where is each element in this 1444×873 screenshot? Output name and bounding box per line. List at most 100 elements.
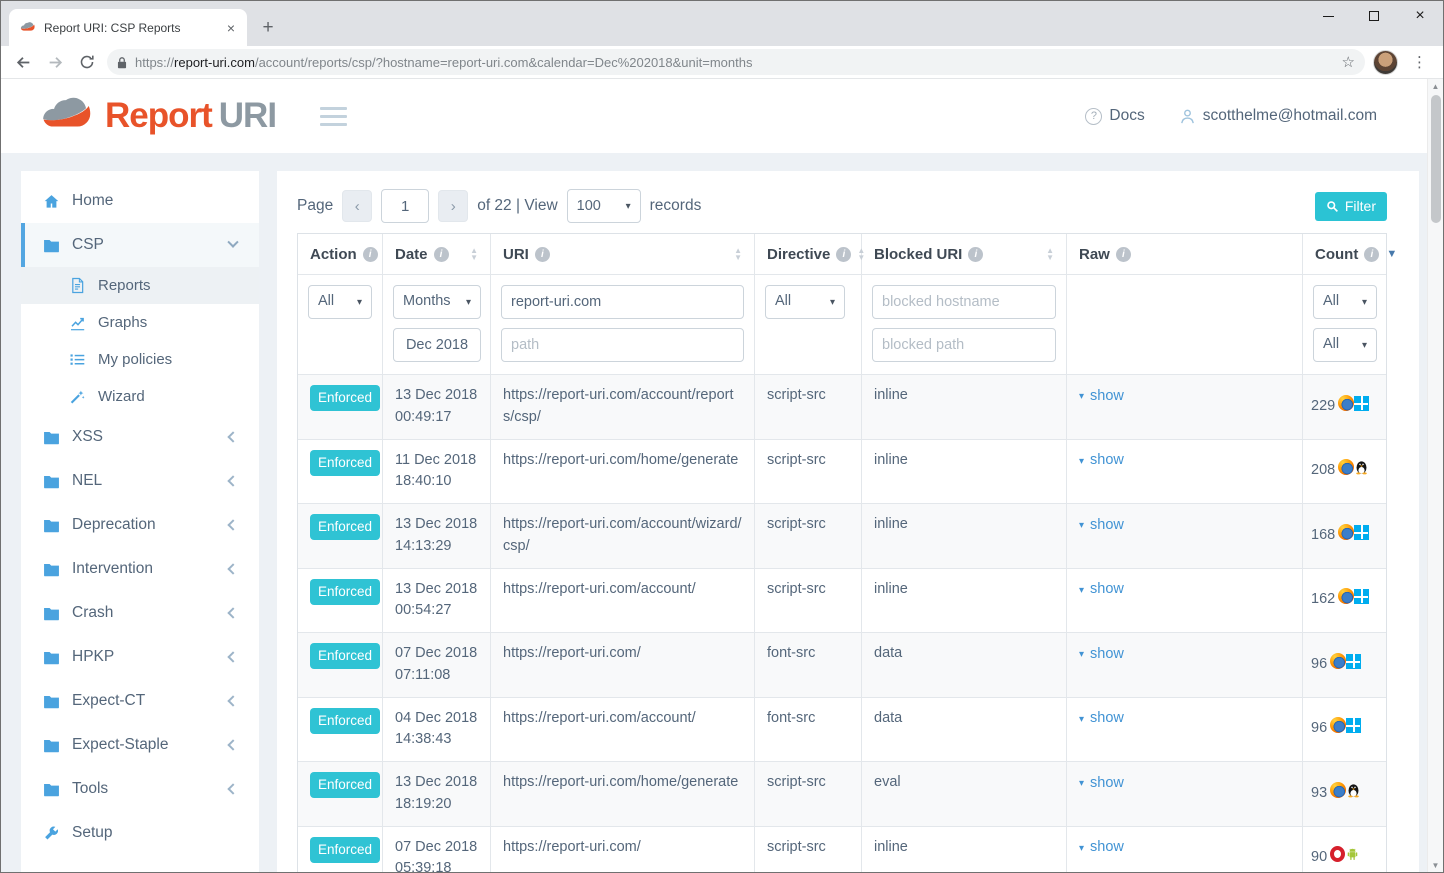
column-header-count[interactable]: Counti▼ bbox=[1303, 234, 1386, 275]
uri-cell: https://report-uri.com/account/wizard/cs… bbox=[491, 504, 755, 569]
sidebar-item-tools[interactable]: Tools bbox=[21, 767, 259, 811]
raw-show-toggle[interactable]: ▾show bbox=[1079, 386, 1124, 408]
close-button[interactable]: × bbox=[1397, 1, 1443, 31]
sidebar-item-home[interactable]: Home bbox=[21, 179, 259, 223]
records-per-page-select[interactable]: 100 ▾ bbox=[567, 189, 641, 223]
blocked-uri-cell: eval bbox=[862, 762, 1067, 827]
raw-show-toggle[interactable]: ▾show bbox=[1079, 450, 1124, 472]
hamburger-menu-icon[interactable] bbox=[316, 103, 351, 130]
docs-link[interactable]: ? Docs bbox=[1085, 107, 1144, 125]
uri-hostname-input[interactable] bbox=[501, 285, 744, 319]
pagination-controls: Page ‹ › of 22 | View 100 ▾ records Filt… bbox=[297, 189, 1387, 223]
new-tab-button[interactable]: + bbox=[253, 13, 283, 43]
sidebar-item-graphs[interactable]: Graphs bbox=[21, 304, 259, 341]
raw-show-toggle[interactable]: ▾show bbox=[1079, 837, 1124, 859]
scrollbar-thumb[interactable] bbox=[1431, 95, 1441, 223]
sidebar-item-hpkp[interactable]: HPKP bbox=[21, 635, 259, 679]
caret-down-icon: ▾ bbox=[830, 295, 835, 310]
folder-icon bbox=[42, 650, 60, 665]
browser-window: Report URI: CSP Reports × + × https://re… bbox=[0, 0, 1444, 873]
account-menu[interactable]: scotthelme@hotmail.com bbox=[1179, 107, 1377, 125]
uri-path-input[interactable] bbox=[501, 328, 744, 362]
sort-icon[interactable]: ▲▼ bbox=[470, 247, 478, 261]
column-header-directive[interactable]: Directivei▲▼ bbox=[755, 234, 862, 275]
directive-filter-cell: All▾ bbox=[755, 275, 862, 375]
linux-icon bbox=[1346, 782, 1362, 798]
profile-avatar[interactable] bbox=[1373, 50, 1398, 75]
sort-icon[interactable]: ▲▼ bbox=[734, 247, 742, 261]
column-header-blocked-uri[interactable]: Blocked URIi▲▼ bbox=[862, 234, 1067, 275]
scrollbar-up-arrow[interactable]: ▲ bbox=[1428, 79, 1443, 93]
site-header: ReportURI ? Docs scotthelme@hotmail.com bbox=[1, 79, 1427, 153]
forward-button[interactable] bbox=[43, 50, 67, 74]
address-bar[interactable]: https://report-uri.com/account/reports/c… bbox=[107, 49, 1365, 75]
sidebar-item-label: Home bbox=[72, 192, 241, 210]
sidebar-item-deprecation[interactable]: Deprecation bbox=[21, 503, 259, 547]
sidebar-item-setup[interactable]: Setup bbox=[21, 811, 259, 855]
blocked-path-input[interactable] bbox=[872, 328, 1056, 362]
prev-page-button[interactable]: ‹ bbox=[342, 190, 372, 222]
agent-icons bbox=[1338, 588, 1369, 612]
count-filter-select-2[interactable]: All▾ bbox=[1313, 328, 1377, 362]
directive-cell: font-src bbox=[755, 633, 862, 698]
filter-button[interactable]: Filter bbox=[1315, 192, 1387, 221]
raw-cell: ▾show bbox=[1067, 827, 1303, 873]
action-cell: Enforced bbox=[298, 569, 383, 634]
back-button[interactable] bbox=[11, 50, 35, 74]
column-header-uri[interactable]: URIi▲▼ bbox=[491, 234, 755, 275]
caret-down-icon: ▾ bbox=[1079, 841, 1084, 856]
cloud-logo-icon bbox=[37, 96, 95, 136]
browser-tab[interactable]: Report URI: CSP Reports × bbox=[9, 9, 247, 46]
sidebar-item-xss[interactable]: XSS bbox=[21, 415, 259, 459]
info-icon: i bbox=[968, 247, 983, 262]
sidebar-item-intervention[interactable]: Intervention bbox=[21, 547, 259, 591]
page-scrollbar[interactable]: ▲ ▼ bbox=[1427, 79, 1443, 872]
caret-down-icon: ▾ bbox=[1079, 454, 1084, 469]
sort-icon[interactable]: ▲▼ bbox=[1046, 247, 1054, 261]
count-filter-select-1[interactable]: All▾ bbox=[1313, 285, 1377, 319]
sidebar-item-expect-staple[interactable]: Expect-Staple bbox=[21, 723, 259, 767]
blocked-hostname-input[interactable] bbox=[872, 285, 1056, 319]
sidebar-item-nel[interactable]: NEL bbox=[21, 459, 259, 503]
sidebar-item-reports[interactable]: Reports bbox=[21, 267, 259, 304]
column-header-raw: Rawi bbox=[1067, 234, 1303, 275]
raw-show-toggle[interactable]: ▾show bbox=[1079, 773, 1124, 795]
maximize-button[interactable] bbox=[1351, 1, 1397, 31]
browser-menu-icon[interactable]: ⋮ bbox=[1406, 53, 1433, 71]
sidebar-item-csp[interactable]: CSP bbox=[21, 223, 259, 267]
raw-show-toggle[interactable]: ▾show bbox=[1079, 644, 1124, 666]
table-row: Enforced 13 Dec 201800:49:17 https://rep… bbox=[298, 375, 1386, 440]
firefox-icon bbox=[1330, 653, 1346, 669]
uri-filter-cell bbox=[491, 275, 755, 375]
raw-show-toggle[interactable]: ▾show bbox=[1079, 708, 1124, 730]
caret-down-icon: ▾ bbox=[626, 201, 631, 212]
report-uri-logo[interactable]: ReportURI bbox=[37, 96, 276, 136]
date-value-input[interactable] bbox=[393, 328, 481, 362]
action-filter-select[interactable]: All▾ bbox=[308, 285, 372, 319]
next-page-button[interactable]: › bbox=[438, 190, 468, 222]
page-label: Page bbox=[297, 197, 333, 215]
firefox-icon bbox=[1330, 782, 1346, 798]
column-header-date[interactable]: Datei▲▼ bbox=[383, 234, 491, 275]
minimize-button[interactable] bbox=[1305, 1, 1351, 31]
tab-close-icon[interactable]: × bbox=[223, 20, 239, 36]
table-header-row: ActioniDatei▲▼URIi▲▼Directivei▲▼Blocked … bbox=[298, 234, 1386, 275]
raw-show-toggle[interactable]: ▾show bbox=[1079, 579, 1124, 601]
directive-filter-select[interactable]: All▾ bbox=[765, 285, 845, 319]
reload-button[interactable] bbox=[75, 50, 99, 74]
date-unit-select[interactable]: Months▾ bbox=[393, 285, 481, 319]
table-row: Enforced 13 Dec 201800:54:27 https://rep… bbox=[298, 569, 1386, 634]
page-number-input[interactable] bbox=[381, 189, 429, 223]
raw-show-toggle[interactable]: ▾show bbox=[1079, 515, 1124, 537]
sort-desc-icon[interactable]: ▼ bbox=[1386, 248, 1397, 260]
date-cell: 13 Dec 201814:13:29 bbox=[383, 504, 491, 569]
sidebar-item-crash[interactable]: Crash bbox=[21, 591, 259, 635]
sidebar-item-expect-ct[interactable]: Expect-CT bbox=[21, 679, 259, 723]
sidebar-item-my-policies[interactable]: My policies bbox=[21, 341, 259, 378]
scrollbar-down-arrow[interactable]: ▼ bbox=[1428, 858, 1443, 872]
sidebar-item-wizard[interactable]: Wizard bbox=[21, 378, 259, 415]
uri-cell: https://report-uri.com/account/ bbox=[491, 569, 755, 634]
agent-icons bbox=[1330, 653, 1361, 677]
action-badge: Enforced bbox=[310, 837, 380, 863]
bookmark-star-icon[interactable]: ☆ bbox=[1342, 53, 1355, 71]
